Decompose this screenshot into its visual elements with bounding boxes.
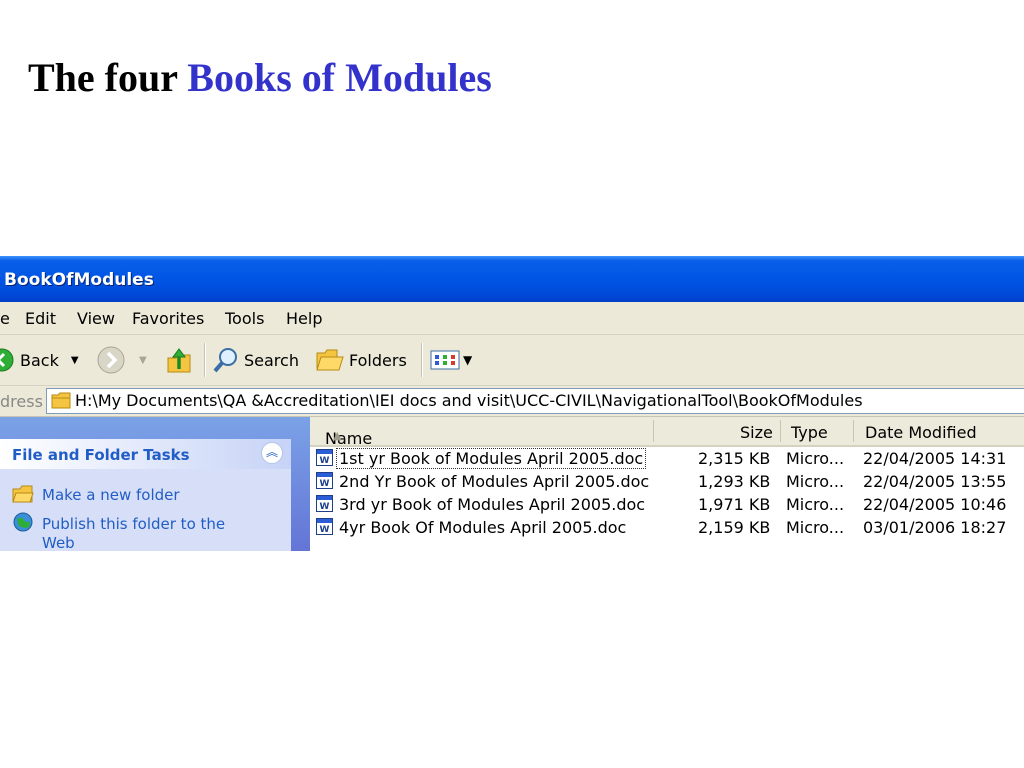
back-arrow-icon	[0, 348, 14, 372]
file-date-modified: 03/01/2006 18:27	[863, 518, 1007, 537]
make-new-folder-label: Make a new folder	[42, 486, 180, 504]
folders-button[interactable]: Folders	[316, 347, 407, 373]
file-name: 1st yr Book of Modules April 2005.doc	[335, 448, 647, 469]
file-name: 3rd yr Book of Modules April 2005.doc	[339, 495, 646, 514]
file-type: Micro...	[786, 495, 845, 514]
file-size: 2,315 KB	[698, 449, 771, 468]
search-button[interactable]: Search	[212, 347, 299, 373]
menu-help[interactable]: Help	[286, 309, 322, 328]
file-list: Name ▲ Size Type Date Modified W 1st yr B…	[310, 417, 1024, 551]
file-name: 2nd Yr Book of Modules April 2005.doc	[339, 472, 650, 491]
svg-text:W: W	[320, 479, 330, 489]
publish-folder-label: Publish this folder to the	[42, 515, 226, 533]
collapse-chevron-icon[interactable]: ︽	[261, 442, 283, 464]
toolbar-separator	[204, 343, 206, 377]
word-document-icon: W	[316, 518, 333, 535]
back-button[interactable]: Back ▼	[0, 347, 79, 373]
column-divider[interactable]	[653, 420, 654, 442]
up-folder-icon	[167, 348, 191, 373]
address-field[interactable]: H:\My Documents\QA &Accreditation\IEI do…	[46, 388, 1024, 414]
menu-view[interactable]: View	[77, 309, 115, 328]
file-type: Micro...	[786, 449, 845, 468]
publish-folder-label-cont[interactable]: Web	[42, 534, 75, 551]
column-header: Name ▲ Size Type Date Modified	[310, 417, 1024, 448]
forward-button[interactable]: ▼	[97, 346, 147, 374]
make-new-folder-link[interactable]: Make a new folder	[12, 485, 180, 504]
window-title: BookOfModules	[4, 270, 154, 290]
file-size: 2,159 KB	[698, 518, 771, 537]
word-document-icon: W	[316, 495, 333, 512]
file-type: Micro...	[786, 472, 845, 491]
slide-title-plain: The four	[28, 55, 178, 100]
address-label: dress	[0, 392, 43, 411]
views-button[interactable]: ▼	[430, 347, 472, 373]
file-date-modified: 22/04/2005 14:31	[863, 449, 1007, 468]
menu-bar: e Edit View Favorites Tools Help	[0, 302, 1024, 335]
toolbar: Back ▼ ▼ Search Folders ▼	[0, 335, 1024, 386]
new-folder-icon	[12, 485, 34, 503]
forward-dropdown-icon[interactable]: ▼	[139, 355, 147, 366]
menu-file[interactable]: e	[0, 309, 10, 328]
file-size: 1,971 KB	[698, 495, 771, 514]
forward-arrow-icon	[97, 346, 125, 374]
column-divider[interactable]	[780, 420, 781, 442]
up-folder-button[interactable]	[166, 347, 192, 373]
search-label: Search	[244, 350, 299, 370]
slide-title-highlight: Books of Modules	[187, 55, 492, 100]
menu-edit[interactable]: Edit	[25, 309, 56, 328]
column-date-modified[interactable]: Date Modified	[865, 423, 977, 442]
task-panel-header[interactable]: File and Folder Tasks ︽	[0, 439, 291, 469]
column-divider[interactable]	[853, 420, 854, 442]
file-date-modified: 22/04/2005 10:46	[863, 495, 1007, 514]
svg-text:W: W	[320, 456, 330, 466]
file-type: Micro...	[786, 518, 845, 537]
task-panel-title: File and Folder Tasks	[12, 446, 190, 464]
views-icon	[430, 350, 460, 370]
toolbar-separator	[421, 343, 423, 377]
column-size[interactable]: Size	[740, 423, 773, 442]
file-row[interactable]: W 1st yr Book of Modules April 2005.doc …	[310, 447, 1024, 470]
folders-label: Folders	[349, 350, 407, 370]
column-type[interactable]: Type	[791, 423, 828, 442]
slide-title: The four Books of Modules	[28, 54, 492, 102]
sort-ascending-icon: ▲	[333, 429, 342, 442]
back-dropdown-icon[interactable]: ▼	[71, 355, 79, 366]
folder-icon	[51, 392, 71, 409]
svg-text:W: W	[320, 525, 330, 535]
task-pane: File and Folder Tasks ︽ Make a new folde…	[0, 417, 310, 551]
folders-icon	[316, 349, 344, 371]
views-dropdown-icon[interactable]: ▼	[463, 353, 472, 367]
address-path: H:\My Documents\QA &Accreditation\IEI do…	[75, 391, 863, 410]
file-row[interactable]: W 2nd Yr Book of Modules April 2005.doc …	[310, 470, 1024, 493]
globe-icon	[13, 512, 33, 532]
back-label: Back	[20, 350, 59, 370]
search-icon	[213, 348, 237, 373]
file-name: 4yr Book Of Modules April 2005.doc	[339, 518, 627, 537]
address-bar: dress H:\My Documents\QA &Accreditation\…	[0, 386, 1024, 417]
word-document-icon: W	[316, 472, 333, 489]
window-titlebar[interactable]: BookOfModules	[0, 256, 1024, 302]
svg-text:W: W	[320, 502, 330, 512]
explorer-window: BookOfModules e Edit View Favorites Tool…	[0, 256, 1024, 551]
menu-favorites[interactable]: Favorites	[132, 309, 204, 328]
file-size: 1,293 KB	[698, 472, 771, 491]
menu-tools[interactable]: Tools	[225, 309, 264, 328]
word-document-icon: W	[316, 449, 333, 466]
file-row[interactable]: W 4yr Book Of Modules April 2005.doc 2,1…	[310, 516, 1024, 539]
publish-folder-link[interactable]: Publish this folder to the	[12, 512, 225, 533]
file-row[interactable]: W 3rd yr Book of Modules April 2005.doc …	[310, 493, 1024, 516]
file-date-modified: 22/04/2005 13:55	[863, 472, 1007, 491]
file-folder-tasks-panel: File and Folder Tasks ︽ Make a new folde…	[0, 439, 291, 551]
